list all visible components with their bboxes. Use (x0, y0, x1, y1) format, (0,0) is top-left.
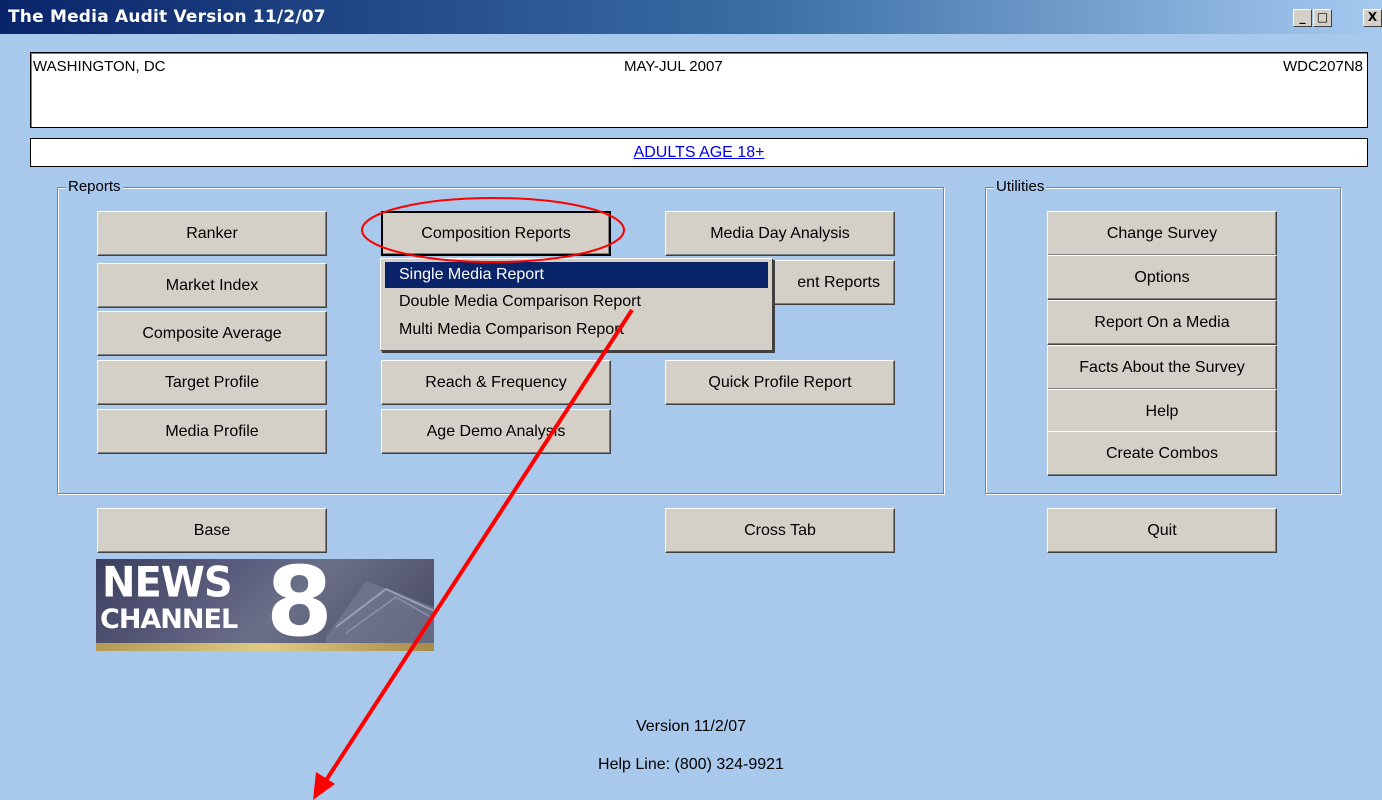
annotation-ellipse (361, 197, 625, 263)
annotation-arrow-line (321, 308, 634, 787)
annotation-arrow-head (313, 772, 335, 800)
annotation-overlay (313, 197, 634, 800)
